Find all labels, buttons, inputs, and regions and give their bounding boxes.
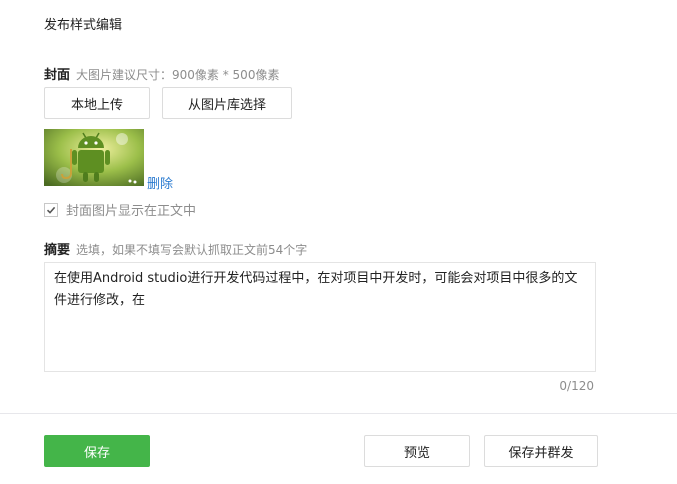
- checkmark-icon: [46, 206, 56, 214]
- summary-hint: 选填，如果不填写会默认抓取正文前54个字: [76, 243, 308, 257]
- android-robot-image: [44, 129, 144, 186]
- cover-label-row: 封面 大图片建议尺寸：900像素 * 500像素: [44, 64, 279, 83]
- choose-from-library-button[interactable]: 从图片库选择: [162, 87, 292, 119]
- summary-label-row: 摘要 选填，如果不填写会默认抓取正文前54个字: [44, 239, 307, 258]
- cover-thumbnail: [44, 129, 144, 186]
- show-cover-in-body-row[interactable]: 封面图片显示在正文中: [44, 200, 196, 219]
- show-cover-checkbox[interactable]: [44, 202, 58, 217]
- summary-char-counter: 0/120: [559, 379, 594, 393]
- cover-size-hint: 大图片建议尺寸：900像素 * 500像素: [76, 68, 280, 82]
- summary-label: 摘要: [44, 243, 71, 258]
- delete-cover-link[interactable]: 删除: [147, 173, 173, 192]
- save-button[interactable]: 保存: [44, 435, 150, 467]
- save-and-publish-button[interactable]: 保存并群发: [484, 435, 598, 467]
- cover-label: 封面: [44, 68, 71, 83]
- summary-textarea[interactable]: 在使用Android studio进行开发代码过程中，在对项目中开发时，可能会对…: [44, 262, 596, 372]
- upload-local-button[interactable]: 本地上传: [44, 87, 150, 119]
- show-cover-checkbox-label: 封面图片显示在正文中: [66, 204, 197, 219]
- preview-button[interactable]: 预览: [364, 435, 470, 467]
- page-title: 发布样式编辑: [44, 18, 123, 33]
